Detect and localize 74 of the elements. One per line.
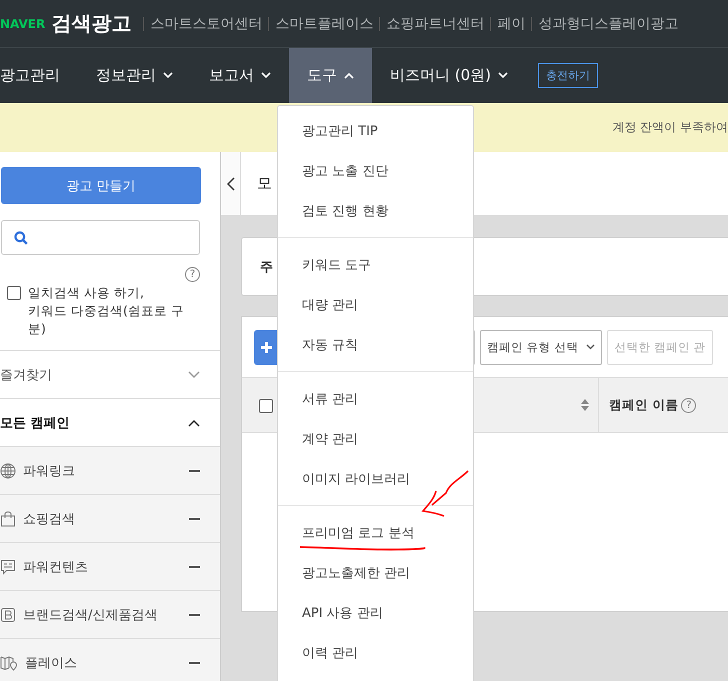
minus-icon[interactable] — [189, 566, 200, 568]
service-link[interactable]: 성과형디스플레이광고 — [538, 14, 678, 32]
minus-icon[interactable] — [189, 662, 200, 664]
chevron-icon — [188, 418, 200, 426]
nav-menu-item[interactable]: 도구 — [289, 48, 372, 103]
notice-text: 계정 잔액이 부족하여 — [612, 119, 728, 136]
campaign-type-select[interactable]: 캠페인 유형 선택 — [480, 330, 602, 364]
nav-menu-item[interactable]: 광고관리 — [0, 48, 78, 103]
product-title: 검색광고 — [51, 10, 132, 37]
campaign-type-item[interactable]: 쇼핑검색 — [0, 494, 220, 542]
menu-item[interactable]: 이력 관리 — [302, 644, 358, 662]
plus-icon — [260, 342, 272, 352]
charge-button[interactable]: 충전하기 — [538, 63, 598, 88]
campaign-type-item[interactable]: 플레이스 — [0, 638, 220, 681]
campaign-type-item[interactable]: 파워링크 — [0, 446, 220, 494]
caret-icon — [163, 72, 173, 79]
checkbox[interactable] — [7, 286, 21, 300]
minus-icon[interactable] — [189, 518, 200, 520]
service-link[interactable]: 스마트스토어센터 — [150, 14, 262, 32]
column-header[interactable]: 캠페인 이름 — [609, 396, 678, 414]
caret-icon — [344, 72, 354, 79]
menu-item[interactable]: 자동 규칙 — [302, 336, 358, 354]
caret-icon — [498, 72, 508, 79]
search-icon — [14, 230, 28, 244]
menu-item[interactable]: 검토 진행 현황 — [302, 202, 388, 220]
collapse-button[interactable] — [221, 152, 241, 215]
nav-menu-item[interactable]: 비즈머니 (0원) — [372, 48, 526, 103]
menu-item[interactable]: 계약 관리 — [302, 430, 358, 448]
section-label: 즐겨찾기 — [0, 366, 52, 384]
menu-item[interactable]: 광고노출제한 관리 — [302, 564, 410, 582]
caret-icon — [261, 72, 271, 79]
service-link[interactable]: 쇼핑파트너센터 — [386, 14, 484, 32]
caret-icon — [586, 344, 596, 350]
nav-menu-item[interactable]: 정보관리 — [78, 48, 191, 103]
search-field[interactable] — [1, 220, 200, 255]
menu-item[interactable]: 프리미엄 로그 분석 — [298, 514, 428, 552]
help-icon[interactable]: ? — [185, 267, 200, 282]
menu-item[interactable]: 키워드 도구 — [302, 256, 372, 274]
chevron-left-icon — [226, 176, 234, 190]
add-campaign-button[interactable] — [254, 330, 278, 364]
campaign-type-item[interactable]: 브랜드검색/신제품검색 — [0, 590, 220, 638]
chevron-icon — [188, 370, 200, 378]
menu-item[interactable]: 광고 노출 진단 — [302, 162, 388, 180]
service-link[interactable]: 스마트플레이스 — [275, 14, 374, 32]
menu-item[interactable]: 서류 관리 — [302, 390, 358, 408]
create-ad-button[interactable]: 광고 만들기 — [1, 167, 201, 204]
checkbox-label: 일치검색 사용 하기, 키워드 다중검색(쉼표로 구분) — [28, 284, 185, 338]
minus-icon[interactable] — [189, 614, 200, 616]
menu-item[interactable]: 광고관리 TIP — [302, 122, 378, 140]
brand-icon — [0, 606, 16, 622]
campaign-type-label: 쇼핑검색 — [23, 510, 76, 528]
campaign-type-label: 파워컨텐츠 — [23, 558, 89, 576]
speech-bubble-icon — [0, 558, 16, 574]
campaign-type-label: 파워링크 — [23, 462, 76, 480]
page-title: 모 — [257, 174, 272, 193]
menu-item[interactable]: 이미지 라이브러리 — [302, 470, 410, 488]
campaign-type-label: 플레이스 — [25, 654, 78, 672]
menu-item[interactable]: API 사용 관리 — [302, 604, 383, 622]
help-icon[interactable]: ? — [681, 398, 696, 412]
section-label: 모든 캠페인 — [0, 414, 70, 432]
summary-label: 주 — [260, 258, 273, 276]
globe-icon — [0, 462, 16, 478]
menu-item[interactable]: 대량 관리 — [302, 296, 358, 314]
map-pin-icon — [0, 654, 18, 670]
service-link[interactable]: 페이 — [497, 14, 526, 32]
naver-logo[interactable]: NAVER — [0, 16, 46, 30]
select-all-checkbox[interactable] — [259, 399, 273, 413]
campaign-type-item[interactable]: 파워컨텐츠 — [0, 542, 220, 590]
minus-icon[interactable] — [189, 470, 200, 472]
nav-menu-item[interactable]: 보고서 — [191, 48, 289, 103]
shopping-bag-icon — [0, 510, 16, 526]
sort-icon[interactable] — [581, 399, 589, 411]
sidebar-section-header[interactable]: 즐겨찾기 — [0, 350, 220, 398]
campaign-type-label: 브랜드검색/신제품검색 — [23, 606, 158, 624]
